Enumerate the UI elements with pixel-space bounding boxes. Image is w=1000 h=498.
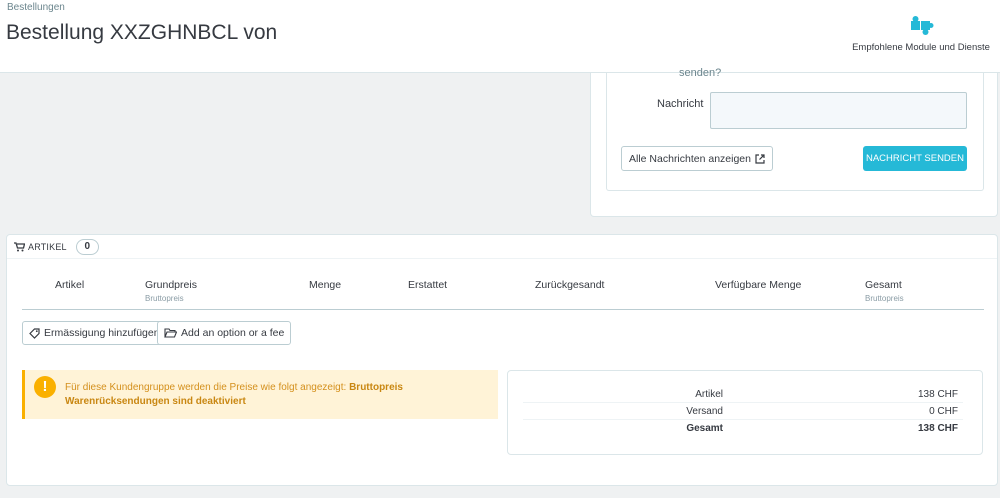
articles-title: ARTIKEL [28, 241, 67, 252]
shopping-cart-icon [14, 241, 25, 251]
puzzle-icon [911, 16, 934, 35]
column-sublabel: Bruttopreis [145, 294, 184, 303]
send-message-button[interactable]: NACHRICHT SENDEN [863, 146, 967, 171]
page-header: Bestellungen Bestellung XXZGHNBCL von Em… [0, 0, 1000, 73]
column-label: Gesamt [865, 279, 902, 291]
external-link-icon [755, 153, 765, 164]
totals-value: 0 CHF [929, 406, 958, 417]
add-discount-button[interactable]: Ermässigung hinzufügen [22, 321, 167, 345]
column-label: Menge [309, 279, 342, 291]
column-header-article: Artikel [55, 279, 84, 291]
add-option-fee-button[interactable]: Add an option or a fee [157, 321, 292, 345]
message-form: senden? Nachricht Alle Nachrichten anzei… [606, 67, 984, 191]
alert-message: Für diese Kundengruppe werden die Preise… [65, 381, 403, 409]
totals-row-shipping: Versand 0 CHF [523, 403, 963, 420]
articles-count-badge: 0 [75, 238, 99, 255]
column-header-returned: Zurückgesandt [535, 279, 604, 291]
message-label: Nachricht [657, 98, 704, 110]
add-option-fee-label: Add an option or a fee [181, 327, 285, 339]
articles-header: ARTIKEL 0 [7, 235, 997, 259]
totals-row-grand-total: Gesamt 138 CHF [523, 420, 963, 437]
tag-icon [29, 327, 40, 339]
message-textarea[interactable] [710, 92, 967, 129]
warning-icon: ! [34, 376, 56, 398]
column-header-base-price: Grundpreis Bruttopreis [145, 279, 197, 303]
folder-open-icon [164, 328, 177, 338]
column-label: Verfügbare Menge [715, 279, 802, 291]
column-label: Artikel [55, 279, 85, 291]
column-header-quantity: Menge [309, 279, 341, 291]
articles-panel: ARTIKEL 0 Artikel Grundpreis Bruttopreis… [6, 234, 998, 486]
page-title: Bestellung XXZGHNBCL von [6, 21, 278, 44]
table-header-divider [22, 309, 984, 310]
alert-text: Für diese Kundengruppe werden die Preise… [65, 382, 350, 393]
breadcrumb[interactable]: Bestellungen [7, 2, 65, 13]
recommended-modules-label: Empfohlene Module und Dienste [852, 42, 990, 53]
totals-label: Artikel [695, 389, 723, 400]
add-discount-label: Ermässigung hinzufügen [44, 327, 160, 339]
order-totals: Artikel 138 CHF Versand 0 CHF Gesamt 138… [507, 370, 983, 455]
send-to-customer-label: senden? [679, 67, 722, 78]
show-all-messages-label: Alle Nachrichten anzeigen [629, 152, 751, 165]
totals-row-products: Artikel 138 CHF [523, 386, 963, 403]
price-display-alert: ! Für diese Kundengruppe werden die Prei… [22, 370, 498, 419]
totals-value: 138 CHF [917, 423, 958, 434]
totals-label: Gesamt [686, 423, 723, 434]
column-label: Erstattet [408, 279, 448, 291]
totals-label: Versand [686, 406, 723, 417]
column-header-total: Gesamt Bruttopreis [865, 279, 904, 303]
messages-panel: senden? Nachricht Alle Nachrichten anzei… [590, 67, 998, 217]
alert-returns-disabled: Warenrücksendungen sind deaktiviert [65, 396, 246, 407]
recommended-modules-link[interactable]: Empfohlene Module und Dienste [846, 12, 996, 53]
column-header-refunded: Erstattet [408, 279, 447, 291]
column-header-available-quantity: Verfügbare Menge [715, 279, 801, 291]
alert-price-mode: Bruttopreis [349, 382, 403, 393]
show-all-messages-button[interactable]: Alle Nachrichten anzeigen [621, 146, 773, 171]
column-label: Grundpreis [145, 279, 197, 291]
column-label: Zurückgesandt [535, 279, 605, 291]
totals-value: 138 CHF [917, 389, 958, 400]
column-sublabel: Bruttopreis [865, 294, 904, 303]
